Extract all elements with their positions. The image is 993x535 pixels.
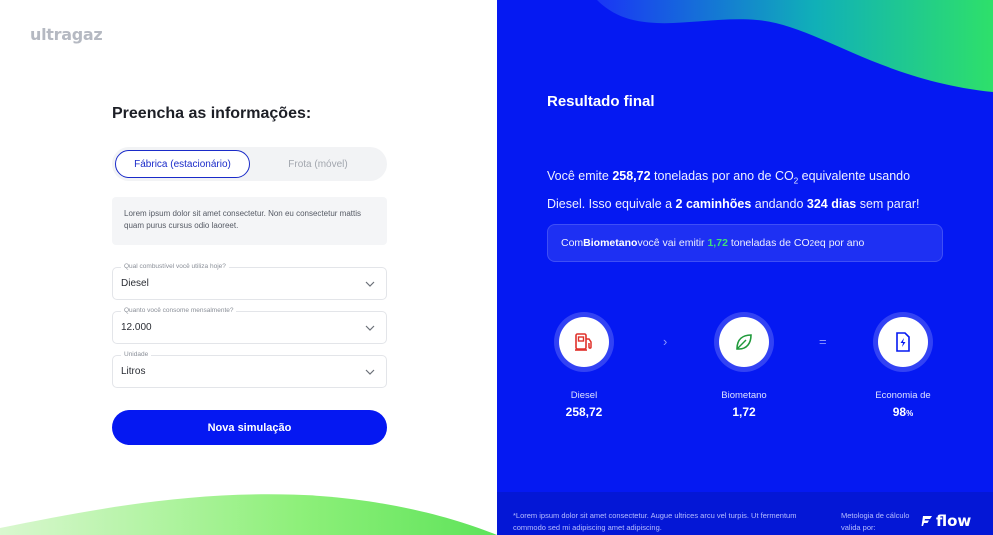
toggle-fleet[interactable]: Frota (móvel): [252, 150, 384, 178]
metric-value: 258,72: [565, 405, 603, 419]
flow-logo: flow: [921, 512, 971, 530]
new-simulation-button[interactable]: Nova simulação: [112, 410, 387, 445]
metric-diesel: Diesel 258,72: [524, 312, 644, 419]
emission-tonnes: 258,72: [612, 169, 651, 183]
chevron-down-icon: [365, 369, 375, 375]
metric-biomethane: Biometano 1,72: [684, 312, 804, 419]
biomethane-tonnes: 1,72: [707, 237, 728, 249]
consumption-select-value: 12.000: [121, 322, 152, 333]
energy-document-icon: [896, 332, 910, 352]
equals-operator: =: [819, 334, 827, 349]
toggle-factory[interactable]: Fábrica (estacionário): [115, 150, 250, 178]
unit-select[interactable]: Unidade Litros: [112, 351, 387, 388]
emission-summary: Você emite 258,72 toneladas por ano de C…: [547, 169, 920, 211]
result-panel: Resultado final Você emite 258,72 tonela…: [497, 0, 993, 535]
fuel-pump-icon: [575, 333, 592, 351]
ultragaz-logo: ultragaz: [30, 25, 103, 44]
unit-select-value: Litros: [121, 366, 146, 377]
result-footer: *Lorem ipsum dolor sit amet consectetur.…: [497, 492, 993, 535]
metric-label: Diesel: [570, 390, 598, 401]
chevron-down-icon: [365, 281, 375, 287]
arrow-operator: ›: [663, 334, 668, 349]
leaf-icon: [736, 334, 752, 350]
flow-mark-icon: [921, 516, 932, 526]
footnote: *Lorem ipsum dolor sit amet consectetur.…: [513, 511, 797, 532]
form-panel: ultragaz Preencha as informações: Fábric…: [0, 0, 497, 535]
result-title: Resultado final: [547, 93, 655, 110]
form-title: Preencha as informações:: [112, 105, 312, 122]
metric-label: Biometano: [721, 390, 767, 401]
metric-value: 1,72: [732, 405, 756, 419]
segment-toggle: Fábrica (estacionário) Frota (móvel): [112, 147, 387, 181]
biomethane-callout: Com Biometano você vai emitir 1,72 tonel…: [547, 224, 943, 262]
consumption-select-label: Quanto você consome mensalmente?: [121, 307, 237, 314]
days-equivalent: 324 dias: [806, 196, 857, 211]
fuel-select-label: Qual combustível você utiliza hoje?: [121, 263, 229, 270]
decorative-wave: [0, 494, 497, 535]
fuel-select[interactable]: Qual combustível você utiliza hoje? Dies…: [112, 263, 387, 300]
info-text: Lorem ipsum dolor sit amet consectetur. …: [112, 197, 387, 245]
metric-label: Economia de: [875, 390, 931, 401]
trucks-equivalent: 2 caminhões: [675, 196, 752, 211]
consumption-select[interactable]: Quanto você consome mensalmente? 12.000: [112, 307, 387, 344]
decorative-wave: [597, 0, 993, 92]
fuel-select-value: Diesel: [121, 278, 149, 289]
chevron-down-icon: [365, 325, 375, 331]
unit-select-label: Unidade: [121, 351, 152, 358]
metric-savings: Economia de 98%: [843, 312, 963, 419]
methodology-text: Metologia de cálculo valida por:: [841, 511, 910, 532]
metric-value: 98%: [892, 405, 914, 419]
